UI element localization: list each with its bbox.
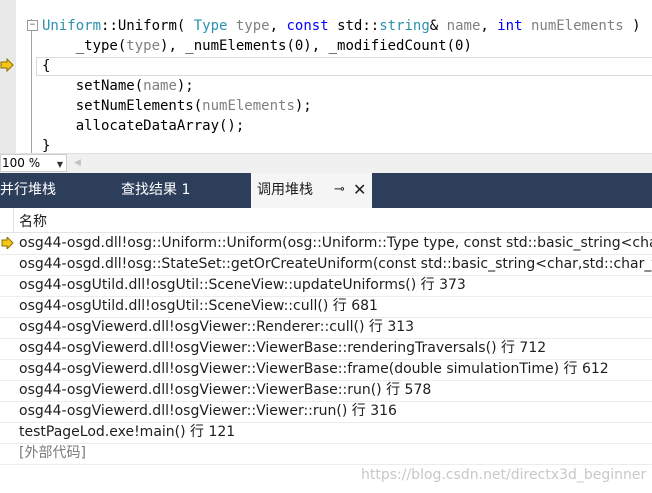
open-paren-token: (	[176, 18, 194, 34]
comma-token: ,	[480, 18, 498, 34]
param-numelements-token: numElements	[522, 18, 624, 34]
zoom-level-value: 100 %	[2, 156, 41, 170]
tab-call-stack[interactable]: 调用堆栈 ⊸ ✕	[251, 173, 372, 208]
class-name-token: Uniform	[42, 18, 102, 34]
code-line-2: _type(type), _numElements(0), _modifiedC…	[42, 36, 472, 56]
chevron-down-icon: ▼	[56, 160, 63, 169]
tool-window-tab-strip: 并行堆栈 查找结果 1 调用堆栈 ⊸ ✕	[0, 173, 652, 208]
tab-label: 并行堆栈	[0, 182, 56, 198]
code-token: );	[176, 78, 194, 94]
frame-text: osg44-osgViewerd.dll!osgViewer::Viewer::…	[19, 403, 397, 419]
param-name-token: name	[446, 18, 481, 34]
call-stack-row[interactable]: osg44-osgd.dll!osg::StateSet::getOrCreat…	[0, 254, 652, 276]
param-token: name	[143, 78, 177, 94]
call-stack-row[interactable]: osg44-osgViewerd.dll!osgViewer::Renderer…	[0, 317, 652, 339]
tab-find-results[interactable]: 查找结果 1	[121, 173, 241, 208]
const-keyword-token: const	[286, 18, 329, 34]
frame-text: osg44-osgUtild.dll!osgUtil::SceneView::u…	[19, 277, 466, 293]
call-stack-row[interactable]: osg44-osgViewerd.dll!osgViewer::ViewerBa…	[0, 380, 652, 402]
frame-text: osg44-osgd.dll!osg::StateSet::getOrCreat…	[19, 256, 652, 272]
watermark-text: https://blog.csdn.net/directx3d_beginner	[361, 467, 647, 483]
pin-icon[interactable]: ⊸	[334, 173, 345, 207]
outline-bar	[31, 19, 32, 153]
frame-text: testPageLod.exe!main() 行 121	[19, 424, 236, 440]
column-header-label: 名称	[19, 214, 47, 230]
current-frame-arrow-icon	[1, 237, 14, 249]
close-icon[interactable]: ✕	[353, 173, 366, 207]
comma-token: ,	[269, 18, 287, 34]
code-token: _type(	[42, 38, 127, 54]
param-token: type	[126, 38, 161, 54]
param-token: numElements	[202, 98, 295, 114]
close-paren-token: ) :	[632, 18, 652, 34]
frame-text: osg44-osgViewerd.dll!osgViewer::ViewerBa…	[19, 340, 547, 356]
call-stack-row[interactable]: osg44-osgViewerd.dll!osgViewer::Viewer::…	[0, 401, 652, 423]
code-line-3: {	[42, 58, 51, 74]
collapse-box-icon[interactable]: −	[27, 20, 38, 31]
editor-gutter[interactable]	[0, 0, 16, 153]
call-stack-row[interactable]: osg44-osgd.dll!osg::Uniform::Uniform(osg…	[0, 233, 652, 255]
string-type-token: string	[379, 18, 430, 34]
call-stack-row[interactable]: testPageLod.exe!main() 行 121	[0, 422, 652, 444]
frame-text: osg44-osgd.dll!osg::Uniform::Uniform(osg…	[19, 235, 652, 251]
call-stack-row-external[interactable]: [外部代码]	[0, 443, 652, 465]
scope-op-token: ::	[101, 18, 118, 34]
type-token: Type	[193, 18, 228, 34]
instruction-pointer-arrow-icon	[0, 58, 14, 72]
external-code-text: [外部代码]	[19, 445, 86, 461]
code-line-1: Uniform::Uniform( Type type, const std::…	[42, 16, 652, 36]
editor-zoom-bar: 100 % ▼ ◀	[0, 153, 652, 173]
ctor-name-token: Uniform	[117, 18, 177, 34]
tab-label: 调用堆栈	[257, 182, 313, 198]
call-stack-row[interactable]: osg44-osgUtild.dll!osgUtil::SceneView::u…	[0, 275, 652, 297]
ref-token: &	[429, 18, 447, 34]
column-header-name[interactable]: 名称	[0, 208, 652, 233]
frame-text: osg44-osgViewerd.dll!osgViewer::ViewerBa…	[19, 382, 432, 398]
scroll-left-arrow-icon[interactable]: ◀	[74, 158, 81, 168]
call-stack-row[interactable]: osg44-osgViewerd.dll!osgViewer::ViewerBa…	[0, 359, 652, 381]
frame-text: osg44-osgUtild.dll!osgUtil::SceneView::c…	[19, 298, 378, 314]
tab-parallel-stacks[interactable]: 并行堆栈	[0, 173, 108, 208]
current-line-highlight	[36, 57, 652, 76]
tab-label: 查找结果 1	[121, 182, 191, 198]
code-line-7: }	[42, 138, 51, 153]
code-editor[interactable]: − Uniform::Uniform( Type type, const std…	[0, 0, 652, 153]
code-line-6: allocateDataArray();	[42, 118, 245, 134]
column-separator	[13, 208, 14, 232]
int-keyword-token: int	[497, 18, 523, 34]
code-token: ), _numElements(0), _modifiedCount(0)	[160, 38, 472, 54]
code-token: setName(	[42, 78, 144, 94]
code-token: );	[294, 98, 312, 114]
call-stack-row[interactable]: osg44-osgUtild.dll!osgUtil::SceneView::c…	[0, 296, 652, 318]
code-token: setNumElements(	[42, 98, 203, 114]
code-line-5: setNumElements(numElements);	[42, 96, 312, 116]
call-stack-list[interactable]: 名称 osg44-osgd.dll!osg::Uniform::Uniform(…	[0, 208, 652, 493]
frame-text: osg44-osgViewerd.dll!osgViewer::Renderer…	[19, 319, 415, 335]
code-line-4: setName(name);	[42, 76, 194, 96]
frame-text: osg44-osgViewerd.dll!osgViewer::ViewerBa…	[19, 361, 609, 377]
std-ns-token: std::	[328, 18, 380, 34]
horizontal-scrollbar[interactable]	[86, 154, 652, 173]
zoom-level-dropdown[interactable]: 100 % ▼	[0, 154, 67, 172]
param-type-token: type	[227, 18, 270, 34]
call-stack-row[interactable]: osg44-osgViewerd.dll!osgViewer::ViewerBa…	[0, 338, 652, 360]
